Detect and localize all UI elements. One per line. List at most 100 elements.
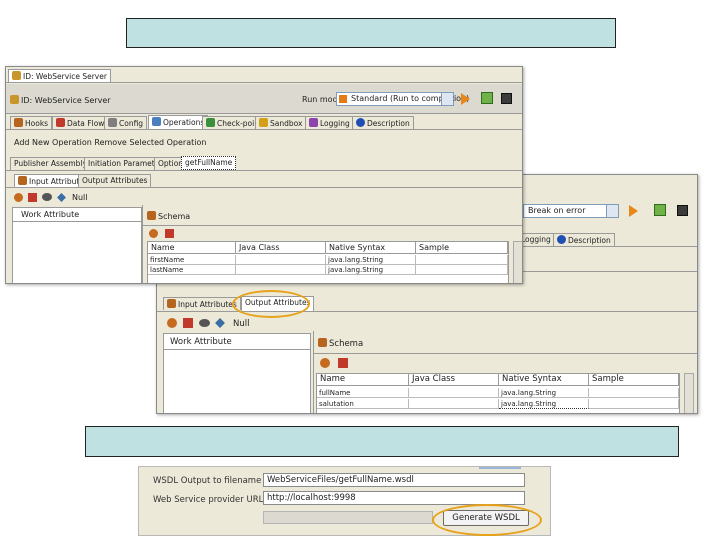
tab-operations[interactable]: Operations xyxy=(148,115,209,129)
schema-label: Schema xyxy=(147,211,190,222)
cell-native-syntax[interactable]: java.lang.String xyxy=(499,399,589,409)
debug-icon[interactable] xyxy=(654,204,666,216)
col-name[interactable]: Name xyxy=(148,242,236,254)
schema-panel: Schema Name Java Class Native Syntax Sam… xyxy=(142,205,522,283)
wsdl-output-label: WSDL Output to filename xyxy=(153,476,262,486)
webservice-editor-window: ID: WebService Server ID: WebService Ser… xyxy=(5,66,523,284)
add-icon[interactable] xyxy=(14,193,23,202)
delete-icon[interactable] xyxy=(183,318,193,328)
tab-logging[interactable]: Logging xyxy=(305,116,354,129)
schema-icon xyxy=(147,211,156,220)
data-flow-icon xyxy=(56,118,65,127)
operations-icon xyxy=(152,117,161,126)
null-label: Null xyxy=(72,193,88,202)
attributes-icon xyxy=(18,176,27,185)
run-mode-icon xyxy=(339,95,347,103)
chevron-down-icon[interactable] xyxy=(606,205,618,217)
add-row-icon[interactable] xyxy=(149,229,158,238)
scrollbar[interactable] xyxy=(513,241,522,283)
work-attribute-panel: Work Attribute xyxy=(163,333,311,413)
col-native-syntax[interactable]: Native Syntax xyxy=(326,242,416,254)
config-icon xyxy=(108,118,117,127)
info-icon xyxy=(356,118,365,127)
close-icon[interactable] xyxy=(677,205,688,216)
logging-icon xyxy=(309,118,318,127)
remove-row-icon[interactable] xyxy=(165,229,174,238)
editor-tab[interactable]: ID: WebService Server xyxy=(8,69,111,82)
col-name[interactable]: Name xyxy=(317,374,409,386)
add-row-icon[interactable] xyxy=(320,358,330,368)
progress-bar xyxy=(263,511,433,524)
bottom-banner xyxy=(85,426,679,457)
subtab-publisher-assembly[interactable]: Publisher Assembly xyxy=(10,157,91,170)
attributes-icon xyxy=(167,299,176,308)
tab-config[interactable]: Config xyxy=(104,116,148,129)
cell-sample[interactable] xyxy=(416,255,508,265)
provider-url-field[interactable]: http://localhost:9998 xyxy=(263,491,525,505)
cell-sample[interactable] xyxy=(589,388,679,398)
service-icon xyxy=(10,95,19,104)
col-java-class[interactable]: Java Class xyxy=(236,242,326,254)
tab-data-flow[interactable]: Data Flow xyxy=(52,116,109,129)
cell-native-syntax[interactable]: java.lang.String xyxy=(326,265,416,275)
view-icon[interactable] xyxy=(42,193,52,201)
check-point-icon xyxy=(206,118,215,127)
cell-java-class[interactable] xyxy=(409,388,499,398)
service-icon xyxy=(12,71,21,80)
work-attribute-panel: Work Attribute xyxy=(12,207,142,283)
edit-icon[interactable] xyxy=(57,193,66,202)
provider-url-label: Web Service provider URL xyxy=(153,495,264,505)
schema-panel: Schema Name Java Class Native Syntax Sam… xyxy=(313,331,697,413)
editor-header-title: ID: WebService Server xyxy=(10,95,111,106)
cell-java-class[interactable] xyxy=(409,399,499,409)
highlight-output-attributes xyxy=(232,290,310,318)
add-icon[interactable] xyxy=(167,318,177,328)
cell-java-class[interactable] xyxy=(236,255,326,265)
col-sample[interactable]: Sample xyxy=(589,374,679,386)
tab-description[interactable]: Description xyxy=(553,233,615,246)
delete-icon[interactable] xyxy=(28,193,37,202)
top-banner xyxy=(126,18,616,48)
error-mode-select[interactable]: Break on error xyxy=(523,204,619,218)
operations-actions[interactable]: Add New Operation Remove Selected Operat… xyxy=(14,138,206,148)
cell-java-class[interactable] xyxy=(236,265,326,275)
cell-name[interactable]: fullName xyxy=(317,388,409,398)
edit-icon[interactable] xyxy=(215,318,225,328)
col-sample[interactable]: Sample xyxy=(416,242,508,254)
cell-sample[interactable] xyxy=(416,265,508,275)
work-attribute-label: Work Attribute xyxy=(21,210,80,219)
tab-output-attributes[interactable]: Output Attributes xyxy=(78,174,152,187)
cell-sample[interactable] xyxy=(589,399,679,409)
run-mode-select[interactable]: Standard (Run to completion) xyxy=(336,92,469,106)
debug-icon[interactable] xyxy=(481,92,493,104)
tab-input-attributes[interactable]: Input Attributes xyxy=(163,297,241,310)
hooks-icon xyxy=(14,118,23,127)
schema-table: Name Java Class Native Syntax Sample fir… xyxy=(147,241,509,283)
cell-name[interactable]: lastName xyxy=(148,265,236,275)
work-attribute-label: Work Attribute xyxy=(170,337,232,347)
close-icon[interactable] xyxy=(501,93,512,104)
cell-native-syntax[interactable]: java.lang.String xyxy=(326,255,416,265)
null-label: Null xyxy=(233,319,250,329)
wsdl-output-field[interactable]: WebServiceFiles/getFullName.wsdl xyxy=(263,473,525,487)
cell-name[interactable]: salutation xyxy=(317,399,409,409)
subtab-getfullname[interactable]: getFullName xyxy=(181,156,237,170)
tab-hooks[interactable]: Hooks xyxy=(10,116,53,129)
tab-sandbox[interactable]: Sandbox xyxy=(255,116,307,129)
view-icon[interactable] xyxy=(199,319,210,327)
schema-icon xyxy=(318,338,327,347)
remove-row-icon[interactable] xyxy=(338,358,348,368)
col-java-class[interactable]: Java Class xyxy=(409,374,499,386)
sandbox-icon xyxy=(259,118,268,127)
highlight-generate-wsdl xyxy=(432,504,542,536)
tab-description[interactable]: Description xyxy=(352,116,414,129)
cell-name[interactable]: firstName xyxy=(148,255,236,265)
run-icon[interactable] xyxy=(461,93,470,105)
scrollbar[interactable] xyxy=(684,373,694,413)
run-icon[interactable] xyxy=(629,205,638,217)
schema-label: Schema xyxy=(318,338,363,349)
info-icon xyxy=(557,235,566,244)
cell-native-syntax[interactable]: java.lang.String xyxy=(499,388,589,398)
col-native-syntax[interactable]: Native Syntax xyxy=(499,374,589,386)
chevron-down-icon[interactable] xyxy=(441,93,453,105)
